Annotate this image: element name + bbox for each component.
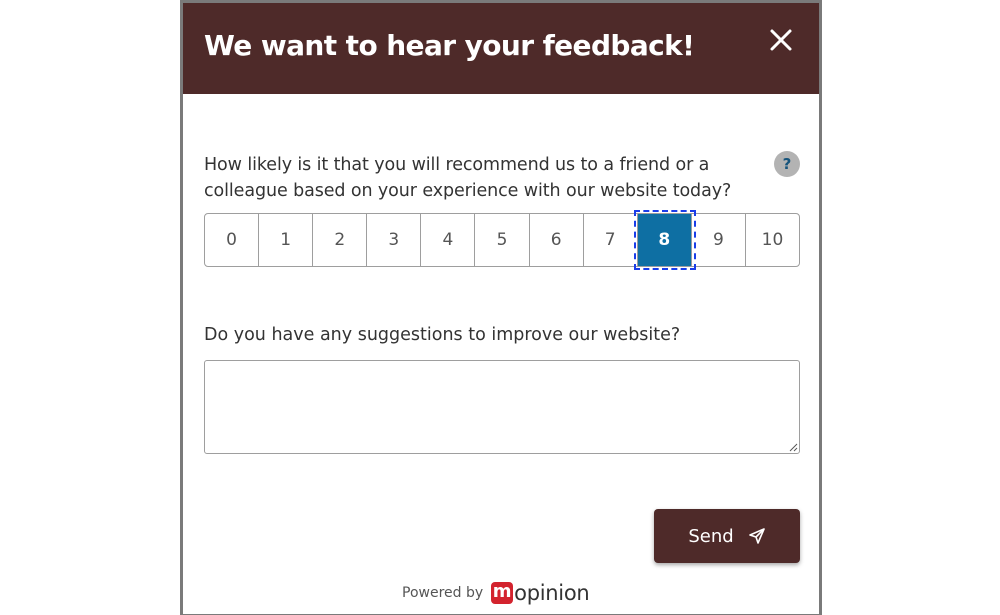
- feedback-dialog: We want to hear your feedback! How likel…: [180, 0, 822, 615]
- powered-by-text: Powered by: [402, 585, 484, 601]
- dialog-title: We want to hear your feedback!: [204, 29, 695, 62]
- close-icon: [770, 29, 792, 51]
- nps-option-3[interactable]: 3: [367, 214, 422, 266]
- send-icon: [748, 527, 766, 545]
- nps-option-2[interactable]: 2: [313, 214, 368, 266]
- suggestions-label: Do you have any suggestions to improve o…: [204, 325, 681, 345]
- resize-handle-icon[interactable]: [788, 442, 798, 452]
- send-button[interactable]: Send: [654, 509, 800, 563]
- mopinion-logo[interactable]: m opinion: [491, 581, 590, 605]
- dialog-header: We want to hear your feedback!: [183, 3, 819, 94]
- nps-option-0[interactable]: 0: [205, 214, 260, 266]
- nps-option-9[interactable]: 9: [692, 214, 746, 266]
- nps-option-4[interactable]: 4: [421, 214, 476, 266]
- nps-option-10[interactable]: 10: [746, 214, 799, 266]
- brand-logo-text: opinion: [514, 581, 590, 605]
- nps-option-7[interactable]: 7: [584, 214, 638, 266]
- page: We want to hear your feedback! How likel…: [0, 0, 1000, 615]
- nps-option-6[interactable]: 6: [530, 214, 584, 266]
- nps-rating-scale: 0 1 2 3 4 5 6 7 8 9 10: [204, 210, 800, 270]
- suggestions-textarea[interactable]: [204, 360, 800, 454]
- nps-question: How likely is it that you will recommend…: [204, 155, 732, 201]
- powered-by: Powered by m opinion: [402, 581, 590, 605]
- nps-option-5[interactable]: 5: [475, 214, 530, 266]
- nps-option-8[interactable]: 8: [633, 210, 696, 270]
- send-button-label: Send: [688, 525, 734, 547]
- help-icon[interactable]: ?: [774, 151, 800, 177]
- close-button[interactable]: [766, 25, 796, 55]
- brand-logo-mark: m: [491, 581, 514, 604]
- nps-option-1[interactable]: 1: [259, 214, 314, 266]
